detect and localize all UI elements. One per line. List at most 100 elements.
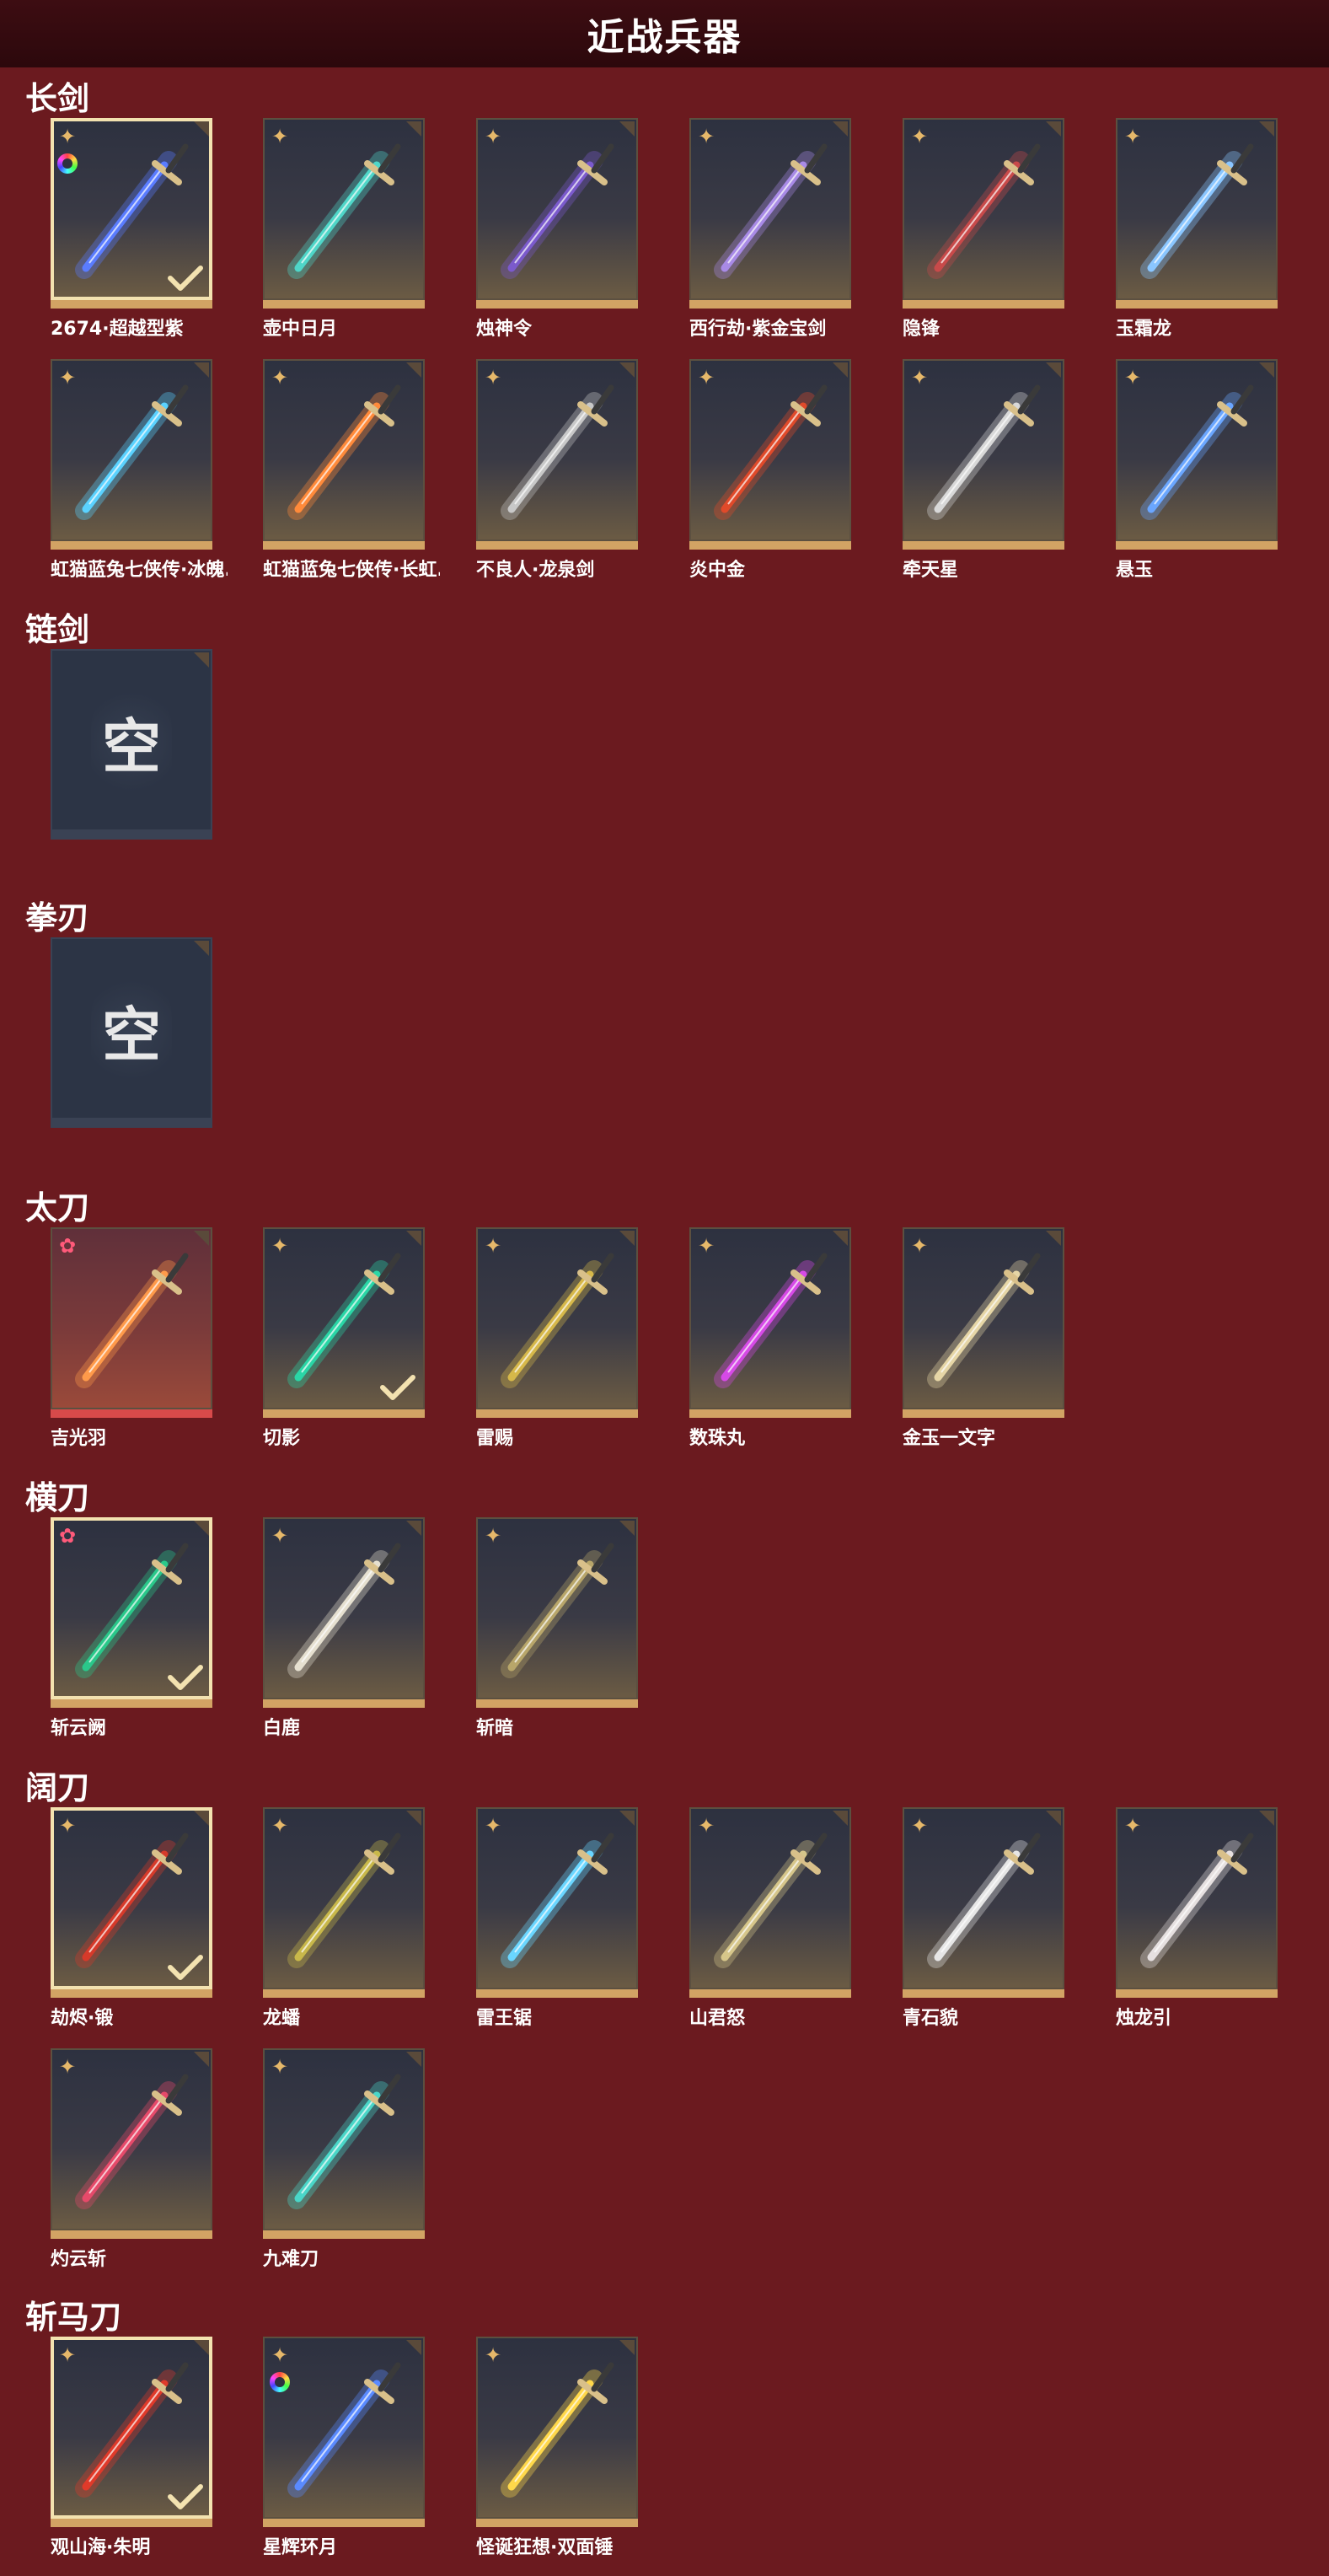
weapon-name: 灼云斩 <box>51 2249 107 2270</box>
weapon-image <box>501 1833 614 1968</box>
weapon-name: 龙蟠 <box>263 2008 301 2029</box>
weapon-card-h2[interactable]: ✦ 白鹿 <box>263 1517 425 1739</box>
weapon-card-t2[interactable]: ✦ 切影 <box>263 1227 425 1449</box>
weapon-card-k3[interactable]: ✦ 雷王锯 <box>476 1807 638 2029</box>
weapon-image <box>75 143 189 279</box>
weapon-card-k5[interactable]: ✦ 青石貌 <box>903 1807 1064 2029</box>
weapon-name: 隐锋 <box>903 319 940 340</box>
weapon-card-t1[interactable]: ✿ 吉光羽 <box>51 1227 212 1449</box>
weapon-card-k4[interactable]: ✦ 山君怒 <box>689 1807 851 2029</box>
weapon-image <box>927 143 1041 279</box>
rarity-bar <box>51 300 212 309</box>
rarity-bar <box>263 1989 425 1998</box>
rarity-bar <box>51 541 212 550</box>
weapon-image <box>927 1253 1041 1388</box>
weapon-card-k6[interactable]: ✦ 烛龙引 <box>1116 1807 1278 2029</box>
rarity-bar <box>476 541 638 550</box>
weapon-card-w12[interactable]: ✦ 悬玉 <box>1116 359 1278 581</box>
weapon-name: 青石貌 <box>903 2008 959 2029</box>
rarity-bar <box>51 2230 212 2239</box>
weapon-image <box>287 2074 401 2209</box>
rarity-bar <box>1116 300 1278 309</box>
weapon-image <box>501 384 614 520</box>
rarity-bar <box>903 1989 1064 1998</box>
weapon-name: 怪诞狂想·双面锤 <box>476 2537 614 2558</box>
empty-weapon-slot[interactable]: 空 <box>51 649 212 840</box>
rarity-bar <box>263 541 425 550</box>
weapon-name: 2674·超越型紫 <box>51 319 184 340</box>
weapon-name: 切影 <box>263 1428 301 1449</box>
weapon-card-w4[interactable]: ✦ 西行劫·紫金宝剑 <box>689 118 851 340</box>
weapon-card-z3[interactable]: ✦ 怪诞狂想·双面锤 <box>476 2337 638 2558</box>
weapon-name: 雷赐 <box>476 1428 514 1449</box>
rarity-bar <box>903 1409 1064 1418</box>
weapon-image <box>501 1253 614 1388</box>
weapon-name: 烛龙引 <box>1116 2008 1172 2029</box>
empty-weapon-slot[interactable]: 空 <box>51 937 212 1128</box>
weapon-card-w5[interactable]: ✦ 隐锋 <box>903 118 1064 340</box>
weapon-card-t4[interactable]: ✦ 数珠丸 <box>689 1227 851 1449</box>
weapon-image <box>927 384 1041 520</box>
weapon-name: 烛神令 <box>476 319 533 340</box>
weapon-image <box>75 2362 189 2498</box>
weapon-card-w1[interactable]: ✦ 2674·超越型紫 <box>51 118 212 340</box>
rarity-bar <box>476 300 638 309</box>
weapon-card-w2[interactable]: ✦ 壶中日月 <box>263 118 425 340</box>
weapon-name: 雷王锯 <box>476 2008 533 2029</box>
weapon-image <box>714 384 828 520</box>
weapon-name: 牵天星 <box>903 560 959 581</box>
weapon-card-w7[interactable]: ✦ 虹猫蓝兔七侠传·冰魄... <box>51 359 228 581</box>
section-title-taidao: 太刀 <box>25 1189 90 1226</box>
weapon-card-k1[interactable]: ✦ 劫烬·锻 <box>51 1807 212 2029</box>
weapon-image <box>1140 143 1254 279</box>
weapon-image <box>287 1833 401 1968</box>
weapon-card-k8[interactable]: ✦ 九难刀 <box>263 2048 425 2270</box>
weapon-name: 白鹿 <box>263 1718 301 1739</box>
weapon-card-t5[interactable]: ✦ 金玉一文字 <box>903 1227 1064 1449</box>
weapon-card-w9[interactable]: ✦ 不良人·龙泉剑 <box>476 359 638 581</box>
weapon-image <box>714 1833 828 1968</box>
weapon-image <box>75 1833 189 1968</box>
weapon-card-h1[interactable]: ✿ 斩云阙 <box>51 1517 212 1739</box>
weapon-name: 观山海·朱明 <box>51 2537 151 2558</box>
weapon-name: 玉霜龙 <box>1116 319 1172 340</box>
rarity-bar <box>689 1409 851 1418</box>
weapon-image <box>501 143 614 279</box>
weapon-card-h3[interactable]: ✦ 斩暗 <box>476 1517 638 1739</box>
weapon-name: 不良人·龙泉剑 <box>476 560 595 581</box>
rarity-bar <box>263 2230 425 2239</box>
weapon-image <box>714 1253 828 1388</box>
rarity-bar <box>263 1699 425 1708</box>
weapon-card-t3[interactable]: ✦ 雷赐 <box>476 1227 638 1449</box>
checkmark-icon <box>168 1955 203 1980</box>
weapon-card-w10[interactable]: ✦ 炎中金 <box>689 359 851 581</box>
rarity-bar <box>1116 1989 1278 1998</box>
rarity-bar <box>51 2519 212 2527</box>
rarity-bar <box>51 831 212 840</box>
weapon-card-w6[interactable]: ✦ 玉霜龙 <box>1116 118 1278 340</box>
weapon-card-z1[interactable]: ✦ 观山海·朱明 <box>51 2337 212 2558</box>
weapon-image <box>1140 384 1254 520</box>
section-title-longsword: 长剑 <box>25 80 90 117</box>
weapon-name: 金玉一文字 <box>903 1428 996 1449</box>
weapon-image <box>1140 1833 1254 1968</box>
weapon-card-z2[interactable]: ✦ 星辉环月 <box>263 2337 425 2558</box>
weapon-name: 星辉环月 <box>263 2537 338 2558</box>
checkmark-icon <box>168 1665 203 1690</box>
section-title-chainsword: 链剑 <box>25 611 90 648</box>
weapon-card-k2[interactable]: ✦ 龙蟠 <box>263 1807 425 2029</box>
section-title-hengdao: 横刀 <box>25 1479 90 1516</box>
weapon-image <box>927 1833 1041 1968</box>
weapon-card-k7[interactable]: ✦ 灼云斩 <box>51 2048 212 2270</box>
weapon-name: 西行劫·紫金宝剑 <box>689 319 827 340</box>
weapon-card-w3[interactable]: ✦ 烛神令 <box>476 118 638 340</box>
weapon-card-w11[interactable]: ✦ 牵天星 <box>903 359 1064 581</box>
weapon-name: 吉光羽 <box>51 1428 107 1449</box>
weapon-image <box>287 143 401 279</box>
weapon-image <box>287 1543 401 1678</box>
weapon-name: 壶中日月 <box>263 319 338 340</box>
weapon-card-w8[interactable]: ✦ 虹猫蓝兔七侠传·长虹... <box>263 359 440 581</box>
weapon-image <box>75 1543 189 1678</box>
rarity-bar <box>476 1699 638 1708</box>
rarity-bar <box>51 1119 212 1128</box>
